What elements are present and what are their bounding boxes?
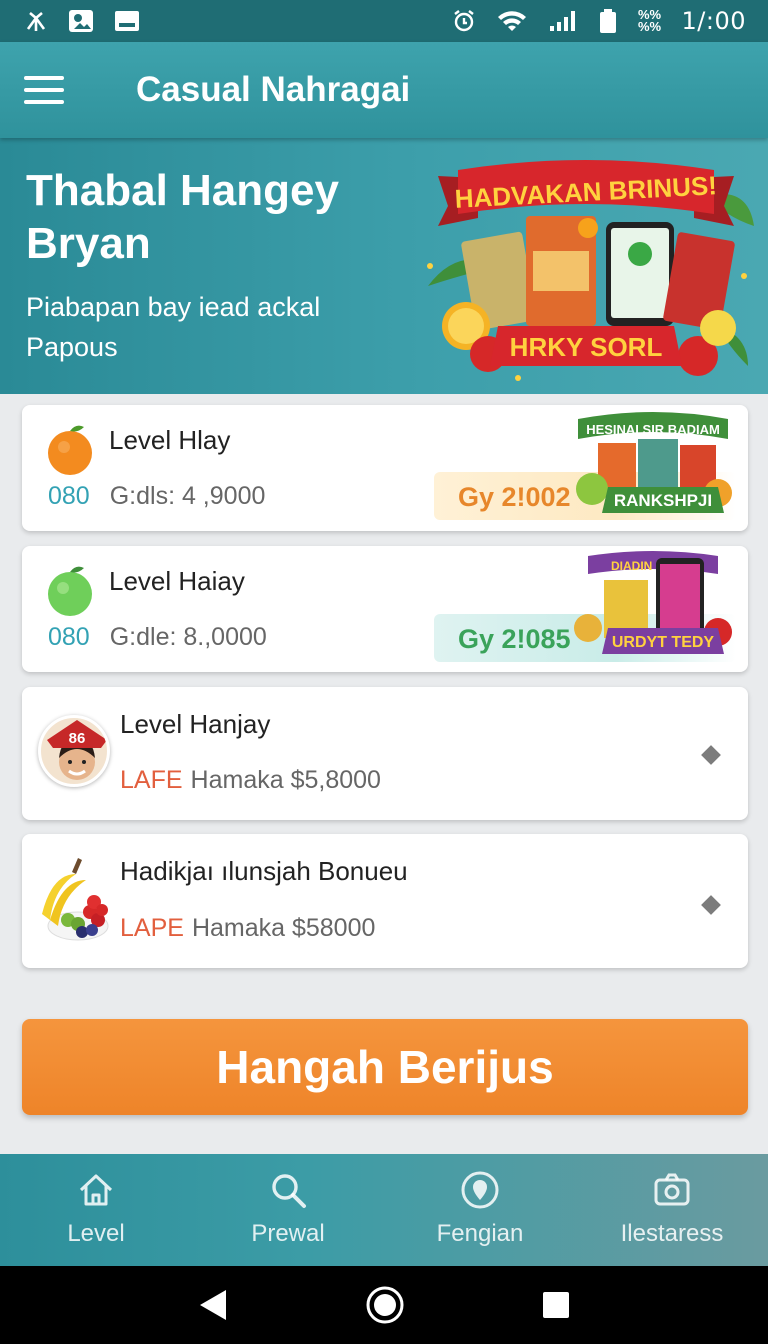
battery-icon (599, 9, 616, 33)
nav-item-fengian[interactable]: Fengian (384, 1154, 576, 1266)
back-triangle-icon (200, 1290, 227, 1320)
card-detail-row: 080 G:dls: 4 ,9000 (48, 482, 265, 511)
price-text: Gy 2!002 (458, 482, 571, 512)
bottom-nav: Level Prewal Fengian Ilestaress (0, 1154, 768, 1266)
clock: 1/:00 (681, 7, 746, 35)
hero-subtitle: Piabapan bay iead ackal Papous (26, 292, 321, 362)
status-bar: %% %% 1/:00 (0, 0, 768, 42)
promo-thumbnail: DIADIN BUMIA URDYT TEDY (574, 551, 732, 654)
status-left (24, 9, 140, 33)
home-icon (79, 1174, 113, 1206)
card-detail-row: LAPE Hamaka $58000 (120, 914, 375, 943)
screenshot-icon (115, 11, 139, 31)
nav-item-prewal[interactable]: Prewal (192, 1154, 384, 1266)
hero-banner[interactable]: Thabal Hangey Bryan Piabapan bay iead ac… (0, 138, 768, 394)
level-card-1[interactable]: Level Hlay 080 G:dls: 4 ,9000 Gy 2!002 HE… (22, 405, 748, 531)
system-navigation-bar (0, 1266, 768, 1344)
hamburger-menu-icon (24, 76, 64, 104)
gallery-icon (69, 10, 93, 32)
avatar: 86 (38, 715, 110, 787)
card-stat: 080 (48, 623, 90, 651)
search-icon (272, 1174, 306, 1208)
hero-title: Thabal Hangey Bryan (26, 166, 339, 268)
card-detail-row: 080 G:dle: 8.,0000 (48, 623, 267, 652)
alarm-icon (453, 10, 474, 32)
promo-thumbnail: HESINAI SIR BADIAM RANKSHPJI (576, 412, 732, 513)
promo-bottom-text: RANKSHPJI (614, 491, 712, 510)
hero-banner-bottom: HRKY SORL (510, 332, 663, 362)
nav-item-level[interactable]: Level (0, 1154, 192, 1266)
battery-percent: %% %% (637, 7, 662, 34)
location-pin-icon (461, 1171, 499, 1209)
promo-bottom-text: URDYT TEDY (612, 634, 715, 651)
card-title: Level Hlay (109, 425, 231, 455)
cell-signal-icon (549, 11, 575, 31)
app-bar: Casual Nahragai (0, 42, 768, 138)
home-circle-icon (366, 1286, 404, 1324)
card-detail: Hamaka $5,8000 (190, 766, 381, 794)
card-stat: 080 (48, 482, 90, 510)
camera-icon (654, 1173, 690, 1206)
nav-label: Prewal (251, 1220, 325, 1247)
price-text: Gy 2!085 (458, 624, 571, 654)
level-card-4[interactable]: Hadikjaı ılunsjah Bonueu LAPE Hamaka $580… (22, 834, 748, 968)
recents-button[interactable] (542, 1291, 570, 1319)
menu-button[interactable] (0, 42, 88, 138)
card-title: Hadikjaı ılunsjah Bonueu (120, 856, 408, 886)
card-detail: G:dle: 8.,0000 (109, 623, 267, 651)
nav-item-ilestaress[interactable]: Ilestaress (576, 1154, 768, 1266)
chevron-right-icon[interactable] (701, 895, 721, 915)
card-tag: LAFE (120, 766, 183, 794)
primary-action-button[interactable]: Hangah Berijus (22, 1019, 748, 1115)
nav-label: Level (67, 1220, 125, 1247)
app-title: Casual Nahragai (136, 70, 411, 109)
signal-tower-icon (26, 12, 46, 31)
chevron-right-icon[interactable] (701, 745, 721, 765)
level-card-3[interactable]: 86 Level Hanjay LAFE Hamaka $5,8000 (22, 687, 748, 820)
back-button[interactable] (198, 1288, 228, 1322)
fruit-basket-icon (42, 858, 109, 941)
avatar-badge: 86 (69, 730, 86, 747)
wifi-icon (497, 11, 526, 31)
home-button[interactable] (365, 1285, 405, 1325)
card-detail-row: LAFE Hamaka $5,8000 (120, 766, 381, 795)
card-detail: Hamaka $58000 (191, 914, 376, 942)
nav-label: Fengian (436, 1220, 524, 1247)
promo-illustration: HADVAKAN BRINUS! HRKY SORL (427, 160, 754, 381)
card-tag: LAPE (120, 914, 184, 942)
card-title: Level Haiay (109, 566, 245, 596)
recents-square-icon (542, 1292, 569, 1318)
avatar-image: 86 (47, 720, 107, 780)
card-detail: G:dls: 4 ,9000 (109, 482, 266, 510)
nav-label: Ilestaress (620, 1220, 724, 1247)
level-card-2[interactable]: Level Haiay 080 G:dle: 8.,0000 Gy 2!085 D… (22, 546, 748, 672)
apple-fruit-icon (48, 566, 92, 616)
card-title: Level Hanjay (120, 709, 271, 739)
status-right: %% %% 1/:00 (452, 7, 746, 35)
orange-fruit-icon (48, 425, 92, 475)
promo-top-text: HESINAI SIR BADIAM (586, 422, 720, 437)
